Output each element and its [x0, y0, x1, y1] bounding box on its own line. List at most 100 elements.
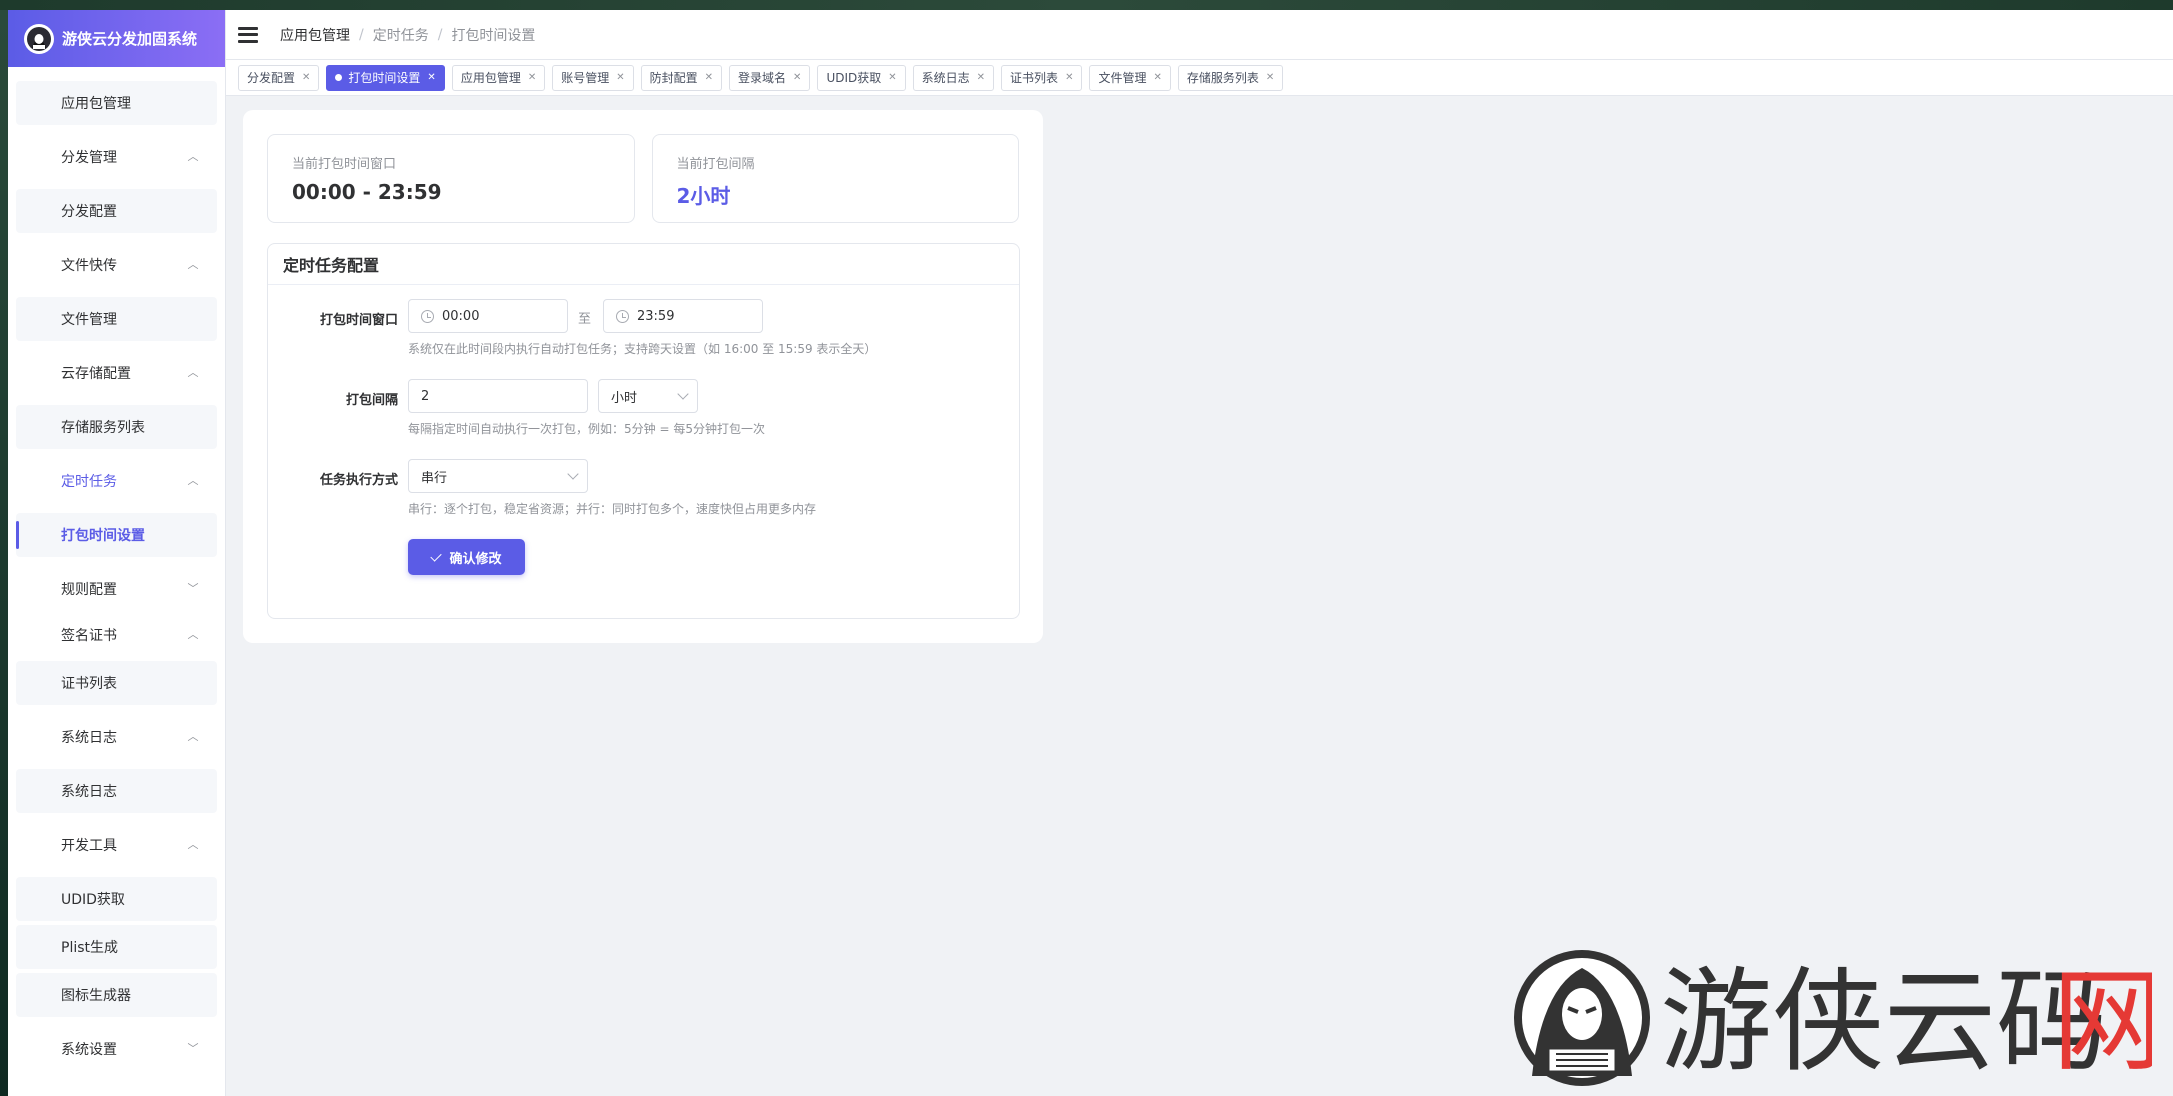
- sidebar-item-label: 分发管理: [61, 150, 117, 166]
- sidebar-item-icon-generator[interactable]: 图标生成器: [16, 973, 217, 1017]
- sidebar-item-system-logs[interactable]: 系统日志: [16, 769, 217, 813]
- close-icon[interactable]: ✕: [793, 72, 801, 83]
- tag-app-packages[interactable]: 应用包管理 ✕: [451, 64, 546, 91]
- tag-login-domain[interactable]: 登录域名 ✕: [729, 64, 811, 91]
- window-left-strip: [0, 10, 8, 1096]
- close-icon[interactable]: ✕: [1153, 72, 1161, 83]
- sidebar-item-certificate-list[interactable]: 证书列表: [16, 661, 217, 705]
- tag-distribution-config[interactable]: 分发配置 ✕: [238, 64, 320, 91]
- sidebar-item-file-management[interactable]: 文件管理: [16, 297, 217, 341]
- close-icon[interactable]: ✕: [1266, 72, 1274, 83]
- sidebar-item-udid[interactable]: UDID获取: [16, 877, 217, 921]
- interval-label: 打包间隔: [345, 393, 398, 408]
- window-label: 打包时间窗口: [319, 313, 398, 328]
- sidebar-item-label: 文件快传: [61, 258, 117, 274]
- chevron-down-icon: ﹀: [187, 582, 199, 595]
- sidebar-group-distribution[interactable]: 分发管理 ︿: [16, 131, 217, 183]
- close-icon[interactable]: ✕: [1065, 72, 1073, 83]
- close-icon[interactable]: ✕: [977, 72, 985, 83]
- sidebar-item-plist[interactable]: Plist生成: [16, 925, 217, 969]
- sidebar-item-label: 签名证书: [61, 628, 117, 644]
- sidebar-item-label: 分发配置: [61, 204, 117, 220]
- chevron-up-icon: ︿: [187, 150, 199, 163]
- tag-packaging-time[interactable]: 打包时间设置 ✕: [326, 64, 445, 91]
- close-icon[interactable]: ✕: [302, 72, 310, 83]
- to-separator: 至: [578, 312, 592, 327]
- chevron-down-icon: [677, 388, 689, 400]
- close-icon[interactable]: ✕: [888, 72, 896, 83]
- tag-label: 分发配置: [247, 71, 296, 85]
- sidebar-item-distribution-config[interactable]: 分发配置: [16, 189, 217, 233]
- sidebar-group-rules[interactable]: 规则配置 ﹀: [16, 563, 217, 615]
- breadcrumb: 应用包管理 / 定时任务 / 打包时间设置: [280, 25, 535, 45]
- confirm-button-label: 确认修改: [449, 551, 502, 567]
- sidebar-item-storage-list[interactable]: 存储服务列表: [16, 405, 217, 449]
- brand-header[interactable]: 游侠云分发加固系统: [8, 10, 225, 67]
- mode-value: 串行: [421, 470, 448, 486]
- sidebar-item-label: 图标生成器: [61, 988, 131, 1004]
- tag-label: 文件管理: [1098, 71, 1147, 85]
- sidebar-group-scheduled-tasks[interactable]: 定时任务 ︿: [16, 455, 217, 507]
- chevron-up-icon: ︿: [187, 366, 199, 379]
- sidebar-group-system-settings[interactable]: 系统设置 ﹀: [16, 1023, 217, 1075]
- mode-select[interactable]: 串行: [408, 459, 588, 493]
- active-dot-icon: [335, 74, 343, 81]
- close-icon[interactable]: ✕: [427, 72, 435, 83]
- interval-value: 2: [421, 388, 430, 404]
- end-time-value: 23:59: [637, 308, 675, 324]
- tag-anti-block[interactable]: 防封配置 ✕: [640, 64, 723, 91]
- tag-label: 打包时间设置: [348, 71, 421, 85]
- start-time-value: 00:00: [442, 308, 480, 324]
- tag-label: 系统日志: [921, 71, 970, 85]
- start-time-input[interactable]: 00:00: [408, 299, 568, 333]
- sidebar-item-label: 规则配置: [61, 582, 117, 598]
- close-icon[interactable]: ✕: [616, 72, 624, 83]
- confirm-button[interactable]: 确认修改: [408, 539, 525, 575]
- main-card: 当前打包时间窗口 00:00 - 23:59 当前打包间隔 2小时 定时任务配置…: [243, 110, 1043, 643]
- sidebar-group-dev-tools[interactable]: 开发工具 ︿: [16, 819, 217, 871]
- menu-toggle-icon[interactable]: [238, 26, 258, 43]
- breadcrumb-separator: /: [437, 26, 443, 43]
- sidebar-item-label: 云存储配置: [61, 366, 131, 382]
- sidebar-group-certificates[interactable]: 签名证书 ︿: [16, 615, 217, 655]
- breadcrumb-item[interactable]: 应用包管理: [280, 25, 350, 45]
- tag-label: 证书列表: [1010, 71, 1059, 85]
- tag-file-management[interactable]: 文件管理 ✕: [1089, 64, 1171, 91]
- tag-accounts[interactable]: 账号管理 ✕: [552, 64, 634, 91]
- tag-label: 存储服务列表: [1186, 71, 1259, 85]
- chevron-up-icon: ︿: [187, 628, 199, 641]
- close-icon[interactable]: ✕: [705, 72, 713, 83]
- tag-udid[interactable]: UDID获取 ✕: [817, 64, 906, 91]
- watermark-text-main: 游侠云码: [1660, 957, 2108, 1087]
- stat-interval-value: 2小时: [676, 184, 731, 208]
- chevron-up-icon: ︿: [187, 730, 199, 743]
- stat-interval-card: 当前打包间隔 2小时: [651, 134, 1019, 223]
- chevron-up-icon: ︿: [187, 258, 199, 271]
- mode-label: 任务执行方式: [319, 473, 398, 488]
- sidebar-group-system-logs[interactable]: 系统日志 ︿: [16, 711, 217, 763]
- tag-system-logs[interactable]: 系统日志 ✕: [912, 64, 995, 91]
- breadcrumb-item[interactable]: 定时任务: [373, 25, 429, 45]
- sidebar-item-app-packages[interactable]: 应用包管理: [16, 81, 217, 125]
- interval-unit-value: 小时: [611, 390, 638, 406]
- close-icon[interactable]: ✕: [528, 72, 536, 83]
- mode-hint: 串行：逐个打包，稳定省资源；并行：同时打包多个，速度快但占用更多内存: [408, 502, 817, 516]
- interval-unit-select[interactable]: 小时: [598, 379, 698, 413]
- end-time-input[interactable]: 23:59: [603, 299, 763, 333]
- sidebar-item-packaging-time[interactable]: 打包时间设置: [16, 513, 217, 557]
- sidebar-item-label: 打包时间设置: [61, 528, 145, 544]
- tag-label: 防封配置: [649, 71, 698, 85]
- sidebar-item-label: 应用包管理: [61, 96, 131, 112]
- tag-certificate-list[interactable]: 证书列表 ✕: [1001, 64, 1083, 91]
- sidebar-menu: 应用包管理 分发管理 ︿ 分发配置 文件快传 ︿ 文件管理 云存储配置 ︿ 存储服务列…: [8, 67, 225, 1083]
- tag-storage-list[interactable]: 存储服务列表 ✕: [1177, 64, 1284, 91]
- top-header: 应用包管理 / 定时任务 / 打包时间设置: [226, 10, 2173, 60]
- form-body: 打包时间窗口 00:00 至 23:59 系统仅在此时间段内执行自动打包任务；支…: [268, 285, 1019, 619]
- config-panel: 定时任务配置 打包时间窗口 00:00 至 23:59 系统仅在此时间段内执行自…: [267, 243, 1020, 619]
- hacker-hood-icon: [24, 23, 54, 54]
- sidebar-group-cloud-storage[interactable]: 云存储配置 ︿: [16, 347, 217, 399]
- app: 游侠云分发加固系统 应用包管理 分发管理 ︿ 分发配置 文件快传 ︿ 文件管理 云存…: [8, 10, 2173, 1096]
- sidebar-item-label: Plist生成: [61, 940, 119, 956]
- interval-input[interactable]: 2: [408, 379, 588, 413]
- sidebar-group-file-transfer[interactable]: 文件快传 ︿: [16, 239, 217, 291]
